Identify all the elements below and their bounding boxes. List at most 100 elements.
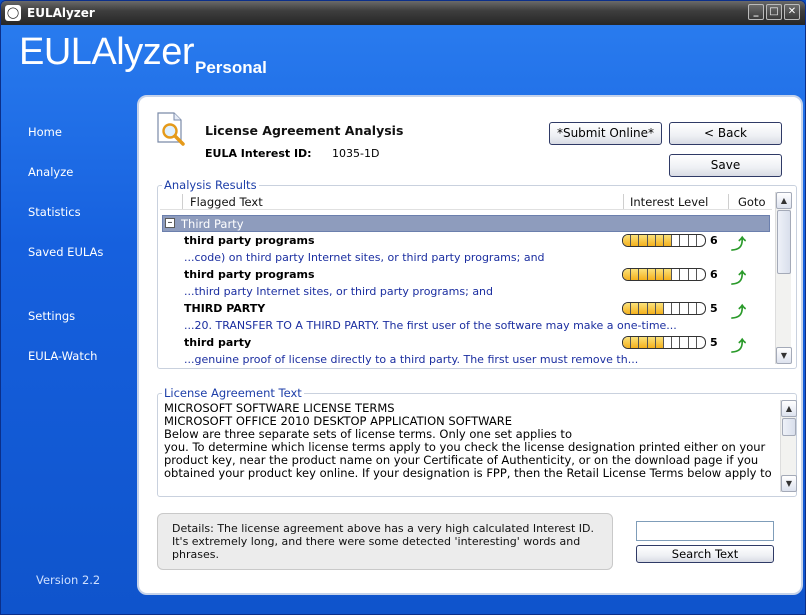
- meter-segment: [647, 303, 656, 314]
- flagged-snippet[interactable]: ...20. TRANSFER TO A THIRD PARTY. The fi…: [184, 319, 744, 332]
- goto-arrow-icon[interactable]: ⤴: [731, 335, 747, 355]
- version-label: Version 2.2: [36, 573, 101, 587]
- meter-segment: [680, 303, 689, 314]
- meter-segment: [639, 337, 648, 348]
- meter-segment: [639, 269, 648, 280]
- sidebar-item-home[interactable]: Home: [28, 125, 62, 139]
- meter-segment: [655, 303, 665, 314]
- meter-segment: [647, 235, 656, 246]
- meter-segment: [689, 269, 697, 280]
- meter-segment: [697, 235, 705, 246]
- meter-segment: [623, 235, 632, 246]
- meter-segment: [623, 303, 632, 314]
- goto-arrow-icon[interactable]: ⤴: [731, 301, 747, 321]
- license-text-label: License Agreement Text: [162, 386, 304, 400]
- document-magnifier-icon: [155, 111, 187, 147]
- maximize-icon[interactable]: □: [766, 4, 782, 20]
- results-scrollbar[interactable]: ▲ ▼: [775, 192, 792, 364]
- meter-segment: [631, 269, 640, 280]
- column-separator: [182, 194, 183, 209]
- app-window: ◯ EULAlyzer _ □ ✕ EULAlyzerPersonal Home…: [0, 0, 806, 615]
- column-separator: [623, 194, 624, 209]
- column-goto[interactable]: Goto: [738, 195, 766, 209]
- eula-interest-id-value: 1035-1D: [332, 147, 380, 160]
- interest-meter: [622, 302, 706, 315]
- analysis-results-label: Analysis Results: [162, 178, 259, 192]
- sidebar-item-eula-watch[interactable]: EULA-Watch: [28, 349, 97, 363]
- flagged-term[interactable]: THIRD PARTY: [184, 302, 265, 315]
- meter-segment: [647, 337, 656, 348]
- scroll-up-icon[interactable]: ▲: [781, 400, 797, 417]
- save-button[interactable]: Save: [669, 154, 782, 177]
- scrollbar-thumb[interactable]: [777, 210, 791, 274]
- meter-segment: [689, 337, 697, 348]
- license-text-body[interactable]: MICROSOFT SOFTWARE LICENSE TERMS MICROSO…: [164, 402, 778, 480]
- license-scrollbar[interactable]: ▲ ▼: [780, 400, 797, 492]
- interest-meter: [622, 234, 706, 247]
- column-interest-level[interactable]: Interest Level: [630, 195, 708, 209]
- meter-segment: [680, 337, 689, 348]
- main-panel: License Agreement Analysis EULA Interest…: [137, 95, 803, 595]
- meter-segment: [664, 235, 673, 246]
- sidebar-item-settings[interactable]: Settings: [28, 309, 75, 323]
- scroll-down-icon[interactable]: ▼: [781, 475, 797, 492]
- back-button[interactable]: < Back: [669, 122, 782, 145]
- results-table-header: Flagged Text Interest Level Goto: [160, 192, 772, 210]
- meter-segment: [639, 235, 648, 246]
- sidebar: Home Analyze Statistics Saved EULAs Sett…: [28, 1, 133, 614]
- sidebar-item-analyze[interactable]: Analyze: [28, 165, 73, 179]
- license-text-group: License Agreement Text MICROSOFT SOFTWAR…: [157, 386, 797, 497]
- flagged-term[interactable]: third party programs: [184, 268, 315, 281]
- column-separator: [728, 194, 729, 209]
- meter-segment: [697, 337, 705, 348]
- page-title: License Agreement Analysis: [205, 123, 404, 138]
- meter-segment: [631, 303, 640, 314]
- flagged-snippet[interactable]: ...genuine proof of license directly to …: [184, 353, 744, 366]
- meter-segment: [631, 235, 640, 246]
- collapse-icon[interactable]: –: [165, 218, 175, 228]
- flagged-snippet[interactable]: ...third party Internet sites, or third …: [184, 285, 744, 298]
- goto-arrow-icon[interactable]: ⤴: [731, 233, 747, 253]
- meter-segment: [672, 269, 681, 280]
- meter-segment: [697, 303, 705, 314]
- minimize-icon[interactable]: _: [748, 4, 764, 20]
- meter-segment: [697, 269, 705, 280]
- scroll-up-icon[interactable]: ▲: [776, 192, 792, 209]
- category-label: Third Party: [181, 217, 244, 231]
- meter-segment: [655, 337, 665, 348]
- details-box: Details: The license agreement above has…: [157, 513, 613, 570]
- sidebar-item-saved-eulas[interactable]: Saved EULAs: [28, 245, 103, 259]
- meter-segment: [655, 269, 665, 280]
- meter-segment: [623, 269, 632, 280]
- interest-score: 6: [710, 234, 718, 247]
- interest-score: 5: [710, 302, 718, 315]
- scroll-down-icon[interactable]: ▼: [776, 347, 792, 364]
- meter-segment: [664, 269, 673, 280]
- meter-segment: [672, 303, 681, 314]
- analysis-results-group: Analysis Results Flagged Text Interest L…: [157, 178, 797, 369]
- search-text-input[interactable]: [636, 521, 774, 541]
- meter-segment: [672, 337, 681, 348]
- meter-segment: [680, 269, 689, 280]
- category-row-third-party[interactable]: – Third Party: [162, 215, 770, 232]
- brand-edition: Personal: [195, 58, 267, 77]
- flagged-snippet[interactable]: ...code) on third party Internet sites, …: [184, 251, 744, 264]
- meter-segment: [655, 235, 665, 246]
- meter-segment: [689, 303, 697, 314]
- submit-online-button[interactable]: *Submit Online*: [549, 122, 662, 145]
- meter-segment: [689, 235, 697, 246]
- meter-segment: [639, 303, 648, 314]
- flagged-term[interactable]: third party programs: [184, 234, 315, 247]
- sidebar-item-statistics[interactable]: Statistics: [28, 205, 81, 219]
- goto-arrow-icon[interactable]: ⤴: [731, 267, 747, 287]
- meter-segment: [664, 303, 673, 314]
- meter-segment: [664, 337, 673, 348]
- close-icon[interactable]: ✕: [784, 4, 800, 20]
- flagged-term[interactable]: third party: [184, 336, 251, 349]
- meter-segment: [623, 337, 632, 348]
- details-text: Details: The license agreement above has…: [172, 522, 594, 561]
- search-text-button[interactable]: Search Text: [636, 545, 774, 563]
- scrollbar-thumb[interactable]: [782, 418, 796, 436]
- window-controls: _ □ ✕: [748, 4, 800, 20]
- column-flagged-text[interactable]: Flagged Text: [190, 195, 263, 209]
